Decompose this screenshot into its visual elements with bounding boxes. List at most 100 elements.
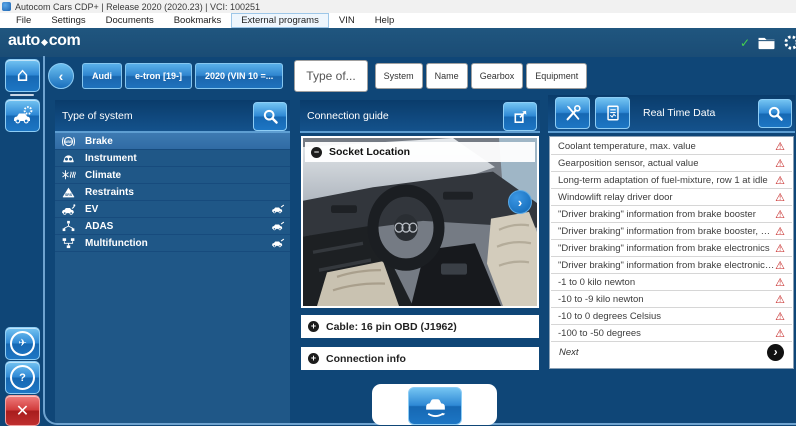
realtime-list-item[interactable]: "Driver braking" information from brake … xyxy=(551,240,792,257)
document-icon xyxy=(604,104,622,122)
help-button[interactable]: ? xyxy=(5,361,40,394)
system-panel-header: Type of system xyxy=(55,100,290,133)
system-type-icon xyxy=(60,185,77,200)
breadcrumb-upcoming-item[interactable]: Name xyxy=(426,63,468,89)
search-icon xyxy=(767,105,784,122)
system-type-icon xyxy=(60,202,77,217)
flight-recorder-button[interactable]: ✈ xyxy=(5,327,40,360)
menu-item[interactable]: VIN xyxy=(329,13,365,28)
adjustments-button[interactable] xyxy=(555,97,590,129)
system-list-item[interactable]: EV xyxy=(55,201,290,218)
breadcrumb-upcoming-item[interactable]: Gearbox xyxy=(471,63,524,89)
system-type-icon xyxy=(60,168,77,183)
realtime-list-item[interactable]: Long-term adaptation of fuel-mixture, ro… xyxy=(551,172,792,189)
system-list-item[interactable]: Instrument xyxy=(55,150,290,167)
system-list-item[interactable]: Multifunction xyxy=(55,235,290,252)
warning-triangle-icon: ⚠ xyxy=(775,310,785,323)
socket-location-section[interactable]: − Socket Location xyxy=(305,142,535,162)
realtime-item-label: "Driver braking" information from brake … xyxy=(558,226,775,237)
folder-icon[interactable] xyxy=(757,35,776,50)
next-page-row[interactable]: Next › xyxy=(552,340,791,364)
chevron-right-icon: › xyxy=(518,195,522,210)
warning-triangle-icon: ⚠ xyxy=(775,327,785,340)
car-gear-icon xyxy=(12,105,34,127)
next-label: Next xyxy=(559,347,579,358)
realtime-list-item[interactable]: -10 to -9 kilo newton ⚠ xyxy=(551,291,792,308)
realtime-item-label: -10 to 0 degrees Celsius xyxy=(558,311,661,322)
breadcrumb-selected-item[interactable]: e-tron [19-] xyxy=(125,63,192,89)
realtime-list-item[interactable]: "Driver braking" information from brake … xyxy=(551,257,792,274)
breadcrumb-upcoming-item[interactable]: Equipment xyxy=(526,63,587,89)
exit-button[interactable]: ✕ xyxy=(5,395,40,426)
report-button[interactable] xyxy=(595,97,630,129)
next-arrow-button[interactable]: › xyxy=(767,344,784,361)
logo-text-left: auto xyxy=(8,32,40,50)
breadcrumb: ‹ Audi e-tron [19-] 2020 (VIN 10 =... Ty… xyxy=(48,60,587,92)
realtime-list-item[interactable]: Coolant temperature, max. value ⚠ xyxy=(551,138,792,155)
socket-location-card: − Socket Location › xyxy=(301,136,539,308)
vehicle-settings-button[interactable] xyxy=(5,99,40,132)
realtime-list-item[interactable]: -1 to 0 kilo newton ⚠ xyxy=(551,274,792,291)
realtime-list-item[interactable]: Windowlift relay driver door ⚠ xyxy=(551,189,792,206)
close-icon: ✕ xyxy=(16,403,29,419)
realtime-list-item[interactable]: -10 to 0 degrees Celsius ⚠ xyxy=(551,308,792,325)
realtime-search-button[interactable] xyxy=(758,99,792,128)
system-type-icon xyxy=(60,219,77,234)
cable-section[interactable]: + Cable: 16 pin OBD (J1962) xyxy=(301,315,539,338)
system-type-icon xyxy=(60,134,77,149)
system-type-icon xyxy=(60,151,77,166)
breadcrumb-current-step[interactable]: Type of... xyxy=(294,60,367,92)
breadcrumb-upcoming-item[interactable]: System xyxy=(375,63,423,89)
menu-item[interactable]: File xyxy=(6,13,41,28)
socket-location-label: Socket Location xyxy=(329,146,410,158)
realtime-item-label: -100 to -50 degrees xyxy=(558,328,641,339)
app-icon xyxy=(2,2,11,11)
menu-item[interactable]: Help xyxy=(365,13,405,28)
car-wrench-icon xyxy=(271,221,285,232)
menu-item[interactable]: Settings xyxy=(41,13,95,28)
breadcrumb-selected-item[interactable]: 2020 (VIN 10 =... xyxy=(195,63,283,89)
breadcrumb-selected-item[interactable]: Audi xyxy=(82,63,122,89)
menu-item[interactable]: Documents xyxy=(96,13,164,28)
photo-next-button[interactable]: › xyxy=(508,190,532,214)
warning-triangle-icon: ⚠ xyxy=(775,259,785,272)
menu-item[interactable]: External programs xyxy=(231,13,329,28)
home-button[interactable]: ⌂ xyxy=(5,59,40,92)
realtime-panel-title: Real Time Data xyxy=(643,107,715,119)
connection-info-section[interactable]: + Connection info xyxy=(301,347,539,370)
external-link-icon xyxy=(512,108,529,125)
car-wrench-icon xyxy=(271,204,285,215)
logo-diamond-icon xyxy=(41,38,48,45)
realtime-item-label: "Driver braking" information from brake … xyxy=(558,243,770,254)
realtime-item-label: Long-term adaptation of fuel-mixture, ro… xyxy=(558,175,768,186)
warning-triangle-icon: ⚠ xyxy=(775,293,785,306)
realtime-list-item[interactable]: "Driver braking" information from brake … xyxy=(551,223,792,240)
system-list-item[interactable]: ADAS xyxy=(55,218,290,235)
system-list-item[interactable]: Brake xyxy=(55,133,290,150)
window-title-bar: Autocom Cars CDP+ | Release 2020 (2020.2… xyxy=(0,0,796,13)
realtime-list-item[interactable]: "Driver braking" information from brake … xyxy=(551,206,792,223)
autocom-logo: auto com xyxy=(8,32,80,50)
system-search-button[interactable] xyxy=(253,102,287,131)
gear-ring-icon[interactable] xyxy=(783,34,796,51)
logo-text-right: com xyxy=(49,32,80,50)
warning-triangle-icon: ⚠ xyxy=(775,140,785,153)
open-external-button[interactable] xyxy=(503,102,537,131)
tools-icon xyxy=(564,104,582,122)
cable-section-label: Cable: 16 pin OBD (J1962) xyxy=(326,321,457,333)
system-list-item-label: Climate xyxy=(85,170,121,181)
chevron-left-icon: ‹ xyxy=(59,68,64,84)
realtime-item-label: Coolant temperature, max. value xyxy=(558,141,696,152)
status-check-icon: ✓ xyxy=(740,36,750,50)
bottom-dock xyxy=(372,384,497,425)
system-list-item[interactable]: Restraints xyxy=(55,184,290,201)
menu-bar: File Settings Documents Bookmarks Extern… xyxy=(0,13,796,28)
system-panel: Type of system Brake Instrument Climate … xyxy=(55,100,290,423)
back-button[interactable]: ‹ xyxy=(48,63,74,89)
menu-item[interactable]: Bookmarks xyxy=(164,13,232,28)
connection-info-label: Connection info xyxy=(326,353,406,365)
system-list-item[interactable]: Climate xyxy=(55,167,290,184)
expand-icon: + xyxy=(308,353,319,364)
realtime-list-item[interactable]: Gearposition sensor, actual value ⚠ xyxy=(551,155,792,172)
connect-vehicle-button[interactable] xyxy=(408,387,462,425)
